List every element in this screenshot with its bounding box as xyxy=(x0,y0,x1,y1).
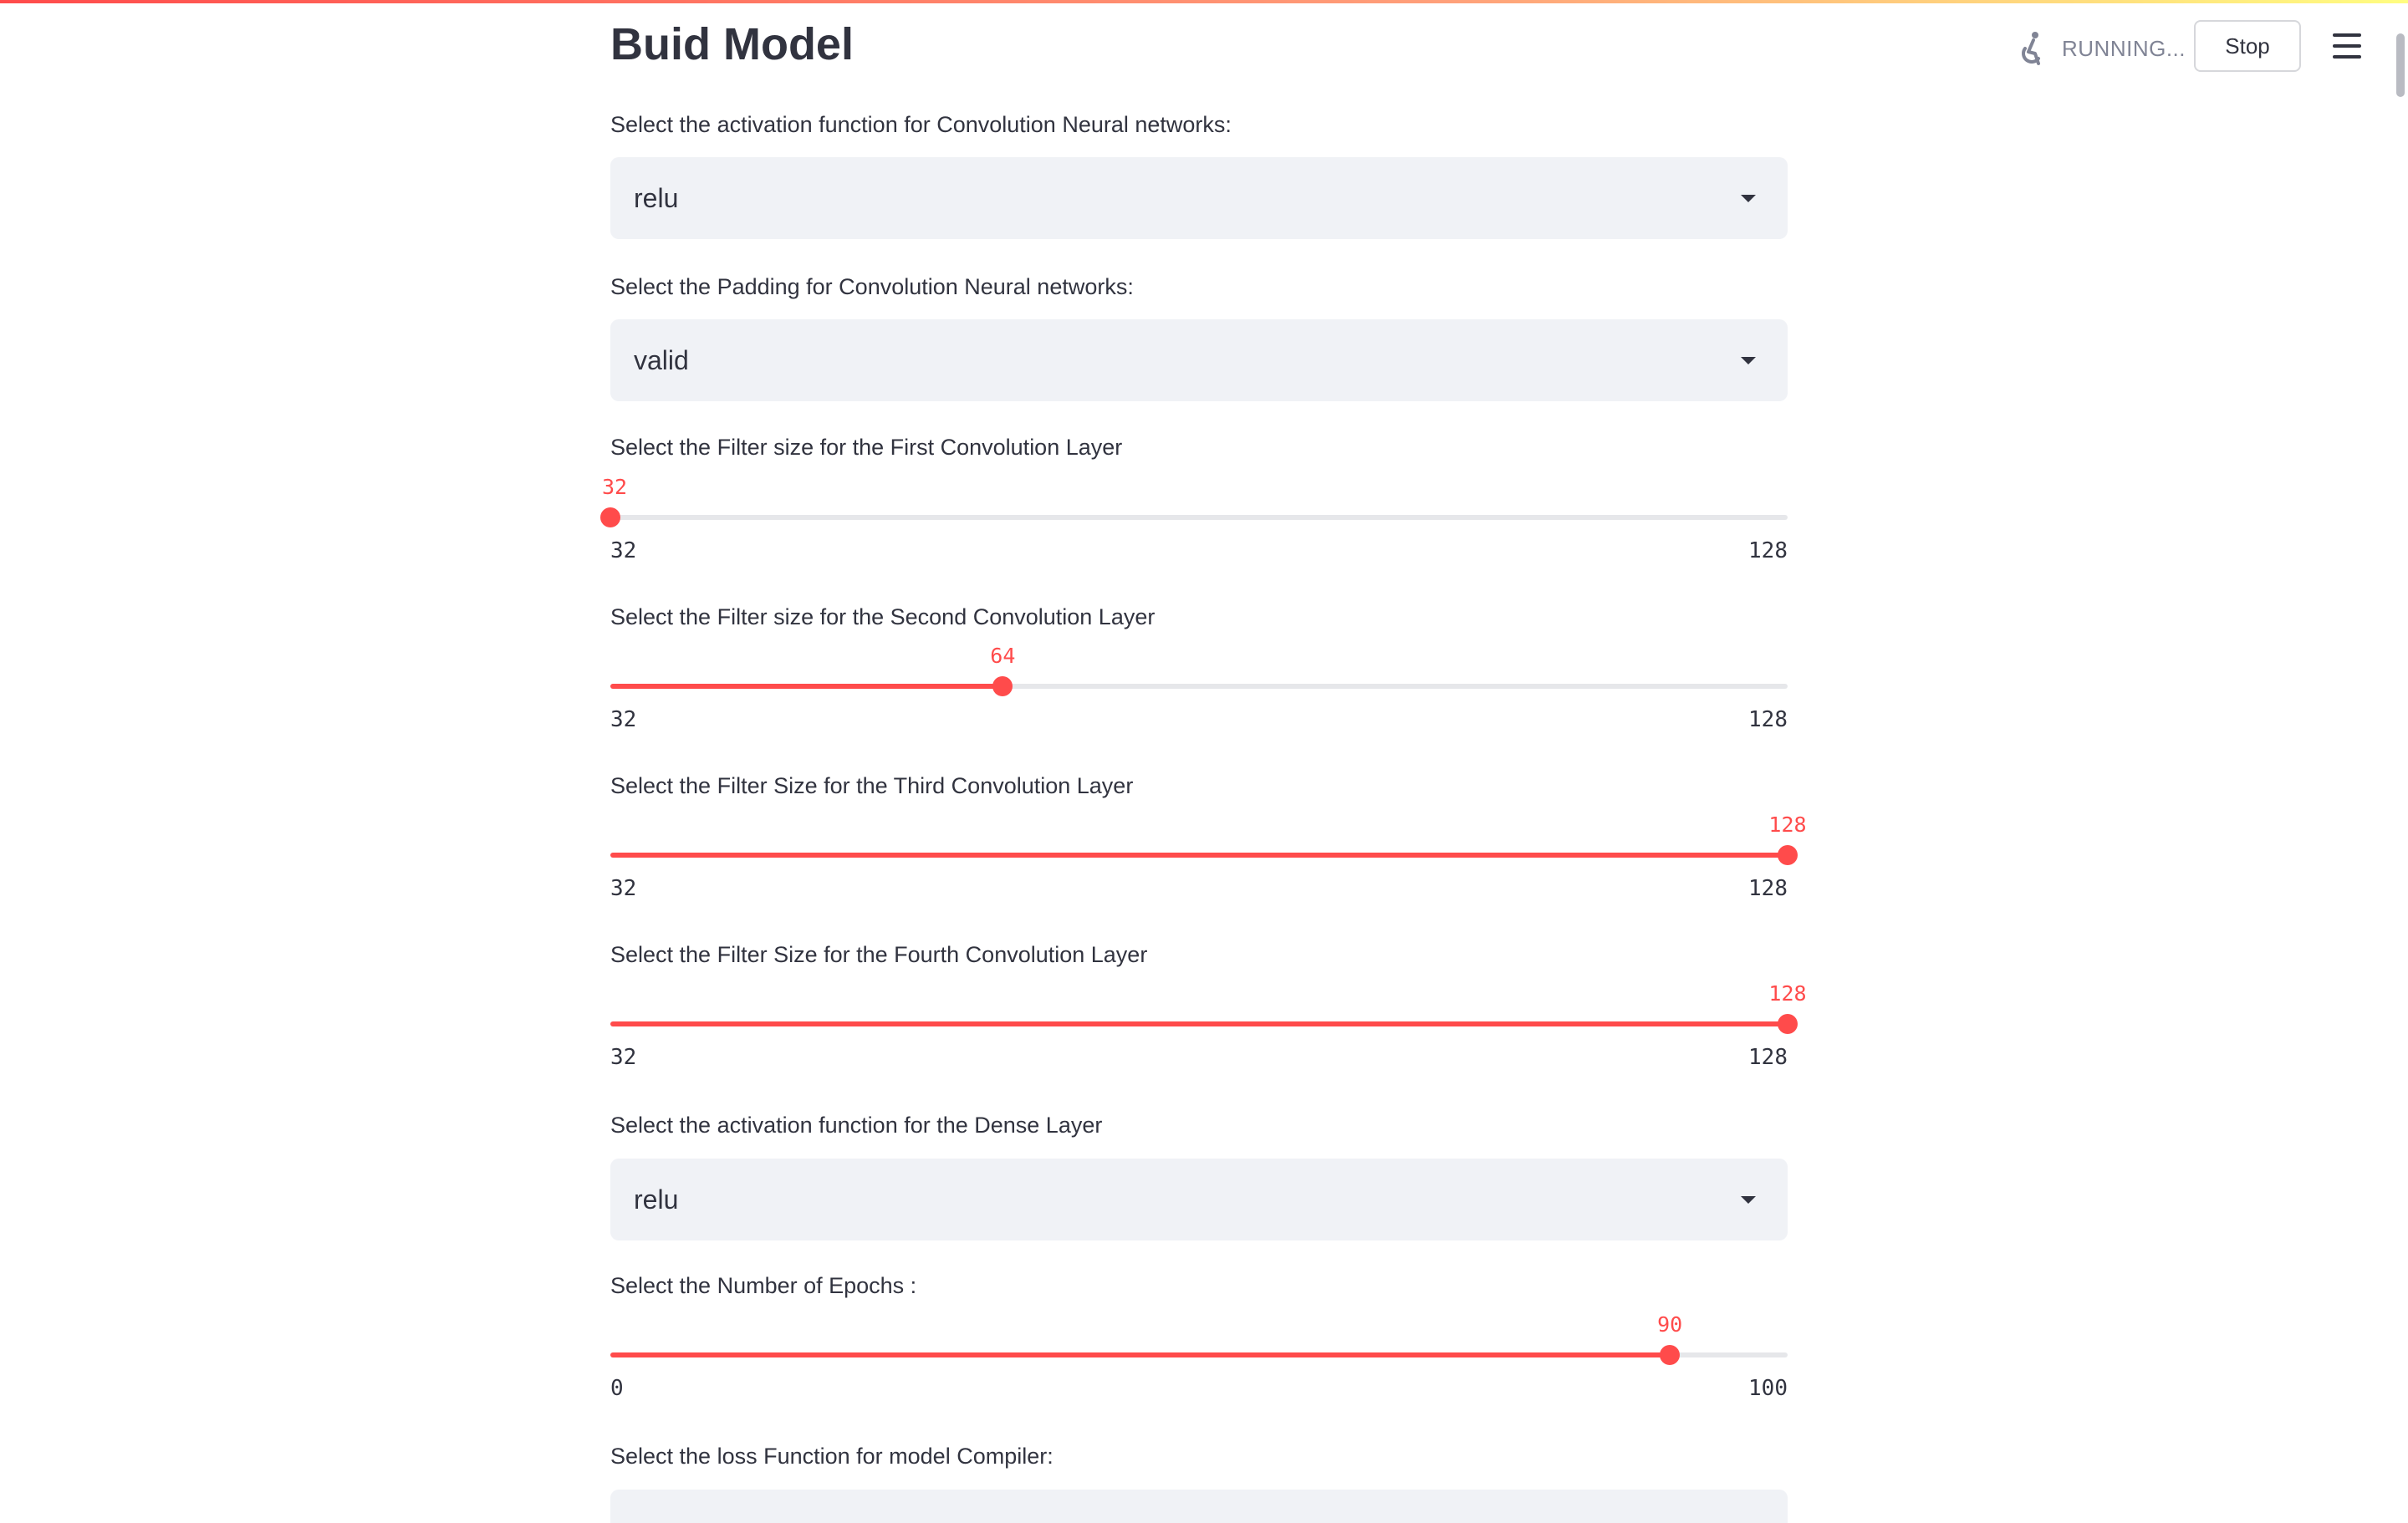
slider-track[interactable] xyxy=(610,1352,1788,1357)
dense-activation-selected-value: relu xyxy=(634,1184,679,1215)
slider-fill xyxy=(610,1021,1788,1026)
conv-padding-selected-value: valid xyxy=(634,344,689,375)
slider-current-value: 128 xyxy=(1768,981,1807,1006)
slider-thumb[interactable] xyxy=(992,676,1013,696)
slider-max-label: 100 xyxy=(1748,1376,1788,1401)
slider-thumb[interactable] xyxy=(1778,845,1798,865)
filter1-label: Select the Filter size for the First Con… xyxy=(610,435,1123,460)
scrollbar-thumb[interactable] xyxy=(2396,33,2405,97)
slider-min-label: 32 xyxy=(610,538,637,563)
slider-max-label: 128 xyxy=(1748,1045,1788,1070)
slider-min-label: 32 xyxy=(610,1045,637,1070)
running-man-icon xyxy=(2022,32,2040,65)
slider-fill xyxy=(610,853,1788,858)
chevron-down-icon xyxy=(1741,195,1756,202)
epochs-slider[interactable]: 90 0 100 xyxy=(610,1312,1788,1406)
filter4-label: Select the Filter Size for the Fourth Co… xyxy=(610,942,1148,967)
hamburger-menu-icon[interactable] xyxy=(2333,33,2361,59)
dense-activation-select[interactable]: relu xyxy=(610,1159,1788,1240)
slider-track[interactable] xyxy=(610,853,1788,858)
slider-min-label: 32 xyxy=(610,876,637,901)
slider-current-value: 128 xyxy=(1768,812,1807,837)
header-decoration-bar xyxy=(0,0,2408,3)
slider-max-label: 128 xyxy=(1748,876,1788,901)
slider-track[interactable] xyxy=(610,1021,1788,1026)
loss-function-select[interactable] xyxy=(610,1490,1788,1523)
slider-fill xyxy=(610,1352,1671,1357)
slider-max-label: 128 xyxy=(1748,707,1788,732)
filter3-label: Select the Filter Size for the Third Con… xyxy=(610,773,1134,798)
filter3-slider[interactable]: 128 32 128 xyxy=(610,812,1807,906)
slider-min-label: 32 xyxy=(610,707,637,732)
filter4-slider[interactable]: 128 32 128 xyxy=(610,981,1807,1075)
dense-activation-label: Select the activation function for the D… xyxy=(610,1113,1103,1138)
conv-activation-label: Select the activation function for Convo… xyxy=(610,112,1232,137)
conv-activation-select[interactable]: relu xyxy=(610,157,1788,239)
chevron-down-icon xyxy=(1741,357,1756,364)
slider-track[interactable] xyxy=(610,515,1788,520)
filter2-slider[interactable]: 64 32 128 xyxy=(610,644,1788,737)
slider-min-label: 0 xyxy=(610,1376,624,1401)
slider-current-value: 32 xyxy=(602,475,628,499)
stop-button[interactable]: Stop xyxy=(2194,20,2301,72)
slider-thumb[interactable] xyxy=(1660,1345,1681,1365)
conv-padding-select[interactable]: valid xyxy=(610,319,1788,401)
running-status-text: RUNNING... xyxy=(2062,35,2186,61)
epochs-label: Select the Number of Epochs : xyxy=(610,1273,917,1298)
conv-padding-label: Select the Padding for Convolution Neura… xyxy=(610,274,1134,299)
chevron-down-icon xyxy=(1741,1196,1756,1204)
loss-function-label: Select the loss Function for model Compi… xyxy=(610,1444,1054,1469)
filter2-label: Select the Filter size for the Second Co… xyxy=(610,604,1156,629)
slider-current-value: 64 xyxy=(990,644,1016,668)
slider-thumb[interactable] xyxy=(1778,1014,1798,1034)
slider-fill xyxy=(610,684,1003,689)
filter1-slider[interactable]: 32 32 128 xyxy=(600,475,1788,568)
slider-current-value: 90 xyxy=(1657,1312,1683,1337)
slider-track[interactable] xyxy=(610,684,1788,689)
conv-activation-selected-value: relu xyxy=(634,182,679,213)
running-status: RUNNING... xyxy=(2013,30,2186,67)
slider-thumb[interactable] xyxy=(600,507,620,527)
slider-max-label: 128 xyxy=(1748,538,1788,563)
page-title: Buid Model xyxy=(610,19,854,69)
